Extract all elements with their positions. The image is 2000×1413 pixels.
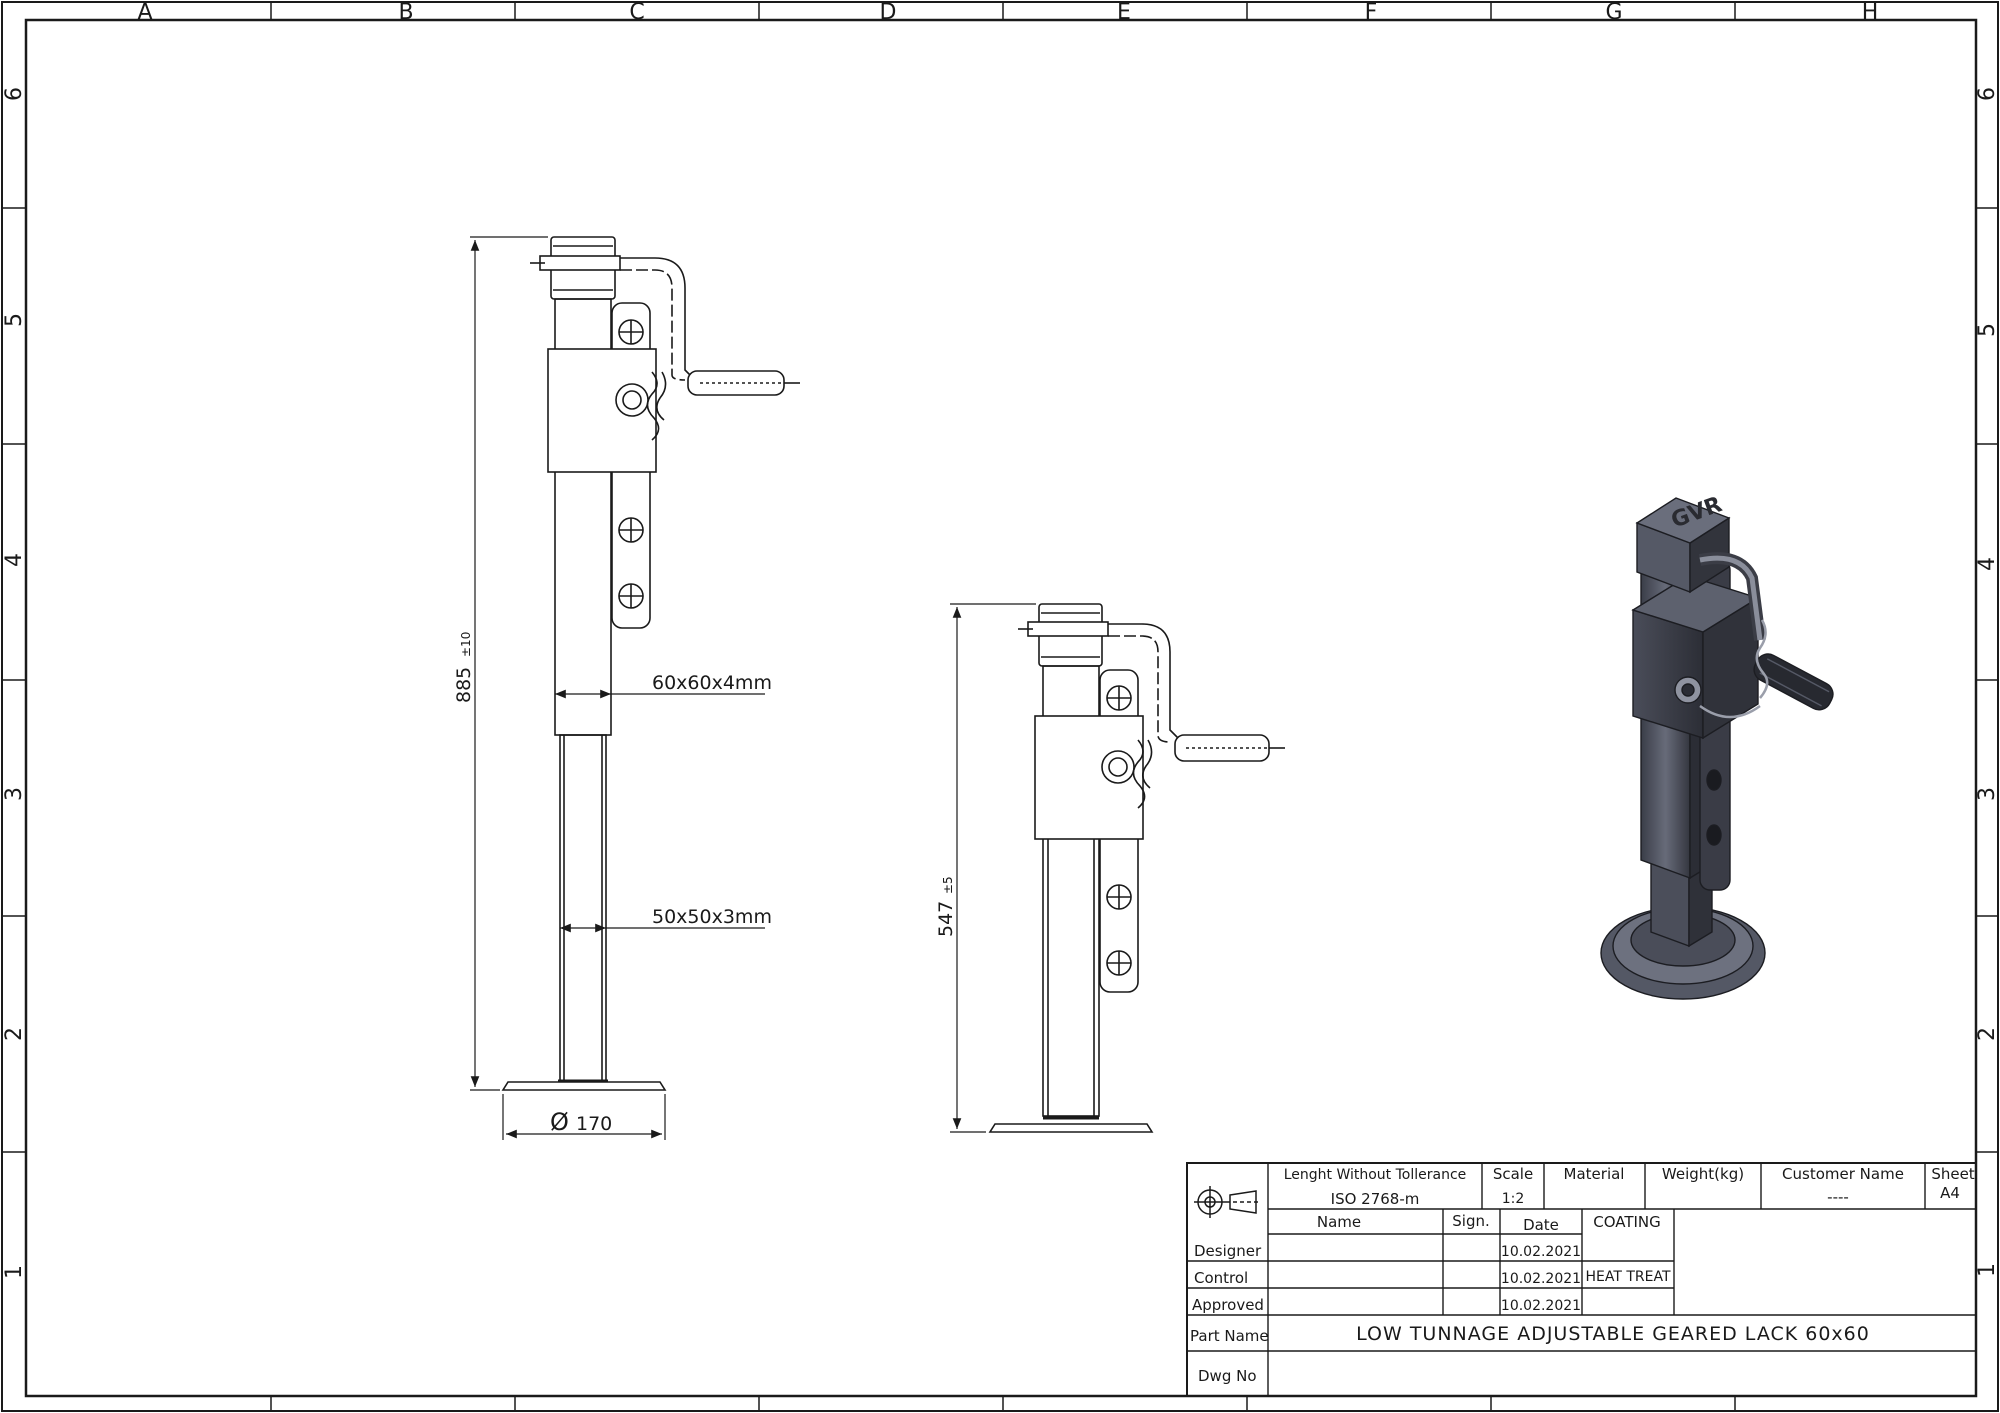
row-number: 6 (2, 87, 27, 101)
row-number: 6 (1975, 87, 2000, 101)
column-letter: H (1862, 0, 1879, 25)
side-view (988, 603, 1285, 1133)
row-number: 2 (2, 1027, 27, 1041)
weight-label: Weight(kg) (1662, 1165, 1744, 1183)
column-letter: B (398, 0, 413, 25)
side-view-dimension-text: 547 ±5 (935, 876, 957, 937)
approved-date: 10.02.2021 (1501, 1298, 1581, 1314)
front-view-dimension-text: 885 ±10 60x60x4mm 50x50x3mm Ø 170 (453, 632, 772, 1136)
title-block (1186, 1162, 1977, 1397)
row-numbers-right: 6 5 4 3 2 1 (1975, 87, 2000, 1277)
row-number: 1 (1975, 1263, 2000, 1277)
retracted-height-tolerance: ±5 (941, 876, 955, 894)
heat-treat-label: HEAT TREAT (1585, 1269, 1670, 1285)
row-number: 4 (1975, 557, 2000, 571)
isometric-view (1600, 497, 1834, 1000)
side-view-dimensions (950, 603, 1036, 1133)
part-name-value: LOW TUNNAGE ADJUSTABLE GEARED LACK 60x60 (1356, 1323, 1870, 1345)
material-label: Material (1564, 1165, 1625, 1183)
coating-label: COATING (1593, 1213, 1661, 1231)
front-view (501, 236, 800, 1091)
control-date: 10.02.2021 (1501, 1271, 1581, 1287)
column-letter: D (880, 0, 897, 25)
row-number: 3 (2, 787, 27, 801)
row-number: 4 (2, 553, 27, 567)
date-column-header: Date (1523, 1216, 1559, 1234)
outer-tube-label: 60x60x4mm (652, 672, 772, 694)
scale-value: 1:2 (1502, 1191, 1525, 1207)
column-letter: A (137, 0, 152, 25)
name-column-header: Name (1317, 1213, 1361, 1231)
customer-name-label: Customer Name (1782, 1165, 1904, 1183)
approved-label: Approved (1192, 1296, 1264, 1314)
sheet-label: Sheet (1931, 1165, 1974, 1183)
sheet-size: A4 (1940, 1184, 1960, 1202)
designer-date: 10.02.2021 (1501, 1244, 1581, 1260)
retracted-height-dimension: 547 (935, 901, 957, 937)
foot-diameter-dimension: 170 (576, 1113, 612, 1135)
drawing-sheet: A B C D E F G H 6 5 4 3 2 1 6 5 4 3 2 1 (1, 0, 2000, 1412)
row-numbers-left: 6 5 4 3 2 1 (2, 87, 27, 1279)
row-number: 3 (1975, 787, 2000, 801)
first-angle-projection-icon (1194, 1186, 1260, 1218)
column-letter: E (1117, 0, 1131, 25)
tolerance-standard: ISO 2768-m (1331, 1190, 1420, 1208)
dwg-no-label: Dwg No (1198, 1367, 1257, 1385)
column-letter: G (1605, 0, 1622, 25)
column-letter: F (1365, 0, 1378, 25)
overall-height-tolerance: ±10 (459, 632, 473, 657)
diameter-symbol: Ø (550, 1108, 569, 1136)
inner-tube-label: 50x50x3mm (652, 906, 772, 928)
overall-height-dimension: 885 (453, 667, 475, 703)
part-name-label: Part Name (1190, 1327, 1269, 1345)
designer-label: Designer (1194, 1242, 1262, 1260)
row-number: 2 (1975, 1027, 2000, 1041)
row-number: 5 (1975, 323, 2000, 337)
column-letter: C (629, 0, 644, 25)
row-number: 5 (2, 313, 27, 327)
tolerance-title: Lenght Without Tollerance (1284, 1167, 1467, 1183)
sign-column-header: Sign. (1452, 1212, 1490, 1230)
scale-label: Scale (1493, 1165, 1533, 1183)
customer-name-value: ---- (1827, 1188, 1849, 1206)
control-label: Control (1194, 1269, 1248, 1287)
row-number: 1 (2, 1265, 27, 1279)
